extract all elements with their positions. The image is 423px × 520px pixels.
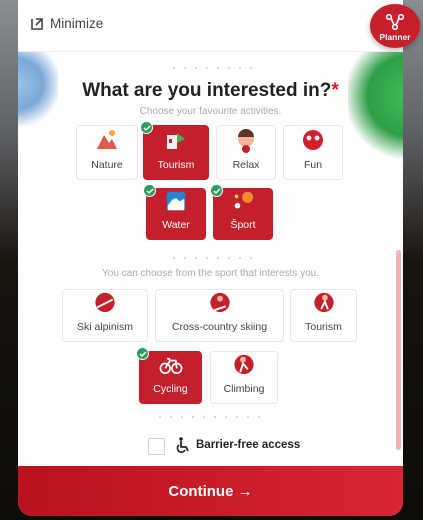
tourism-icon — [167, 133, 185, 149]
sport-icon — [234, 191, 254, 209]
sport-ski-alpinism[interactable]: Ski alpinism — [62, 289, 148, 342]
minimize-icon — [31, 17, 43, 30]
activity-label: Water — [162, 219, 190, 231]
planner-route-icon — [385, 14, 405, 30]
activity-nature[interactable]: Nature — [76, 125, 138, 180]
sport-cross-country-skiing[interactable]: Cross-country skiing — [155, 289, 284, 342]
minimize-button[interactable]: Minimize — [30, 16, 103, 31]
activity-tourism[interactable]: Tourism — [140, 121, 209, 180]
relax-icon — [238, 129, 254, 153]
barrier-free-checkbox[interactable] — [148, 438, 165, 455]
barrier-free-access: Barrier-free access — [176, 437, 300, 453]
check-icon — [210, 184, 223, 197]
required-mark: * — [331, 80, 339, 101]
check-icon — [143, 184, 156, 197]
sport-cycling[interactable]: Cycling — [136, 347, 202, 404]
nature-icon — [97, 130, 117, 149]
activity-label: Tourism — [157, 159, 195, 171]
sport-label: Climbing — [223, 383, 265, 395]
cycling-icon — [159, 357, 182, 375]
climbing-icon — [234, 354, 254, 375]
planner-label: Planner — [379, 32, 411, 42]
sport-label: Ski alpinism — [76, 321, 134, 333]
water-icon — [166, 191, 186, 211]
activity-sport[interactable]: Šport — [210, 184, 273, 240]
continue-button[interactable]: Continue → — [18, 466, 403, 516]
sport-climbing[interactable]: Climbing — [210, 351, 278, 404]
activity-label: Šport — [230, 219, 256, 231]
activity-panel: Minimize What are you interested in?* Ch… — [18, 0, 403, 516]
activity-water[interactable]: Water — [143, 184, 206, 240]
activity-label: Fun — [303, 159, 323, 171]
planner-button[interactable]: Planner — [370, 4, 420, 48]
sport-label: Cross-country skiing — [171, 321, 268, 333]
activity-label: Relax — [232, 159, 260, 171]
top-bar: Minimize — [18, 0, 403, 52]
check-icon — [136, 347, 149, 360]
divider-dots — [173, 67, 252, 71]
ski-alpinism-icon — [95, 292, 115, 313]
check-icon — [140, 121, 153, 134]
sport-label: Cycling — [153, 383, 188, 395]
page-subtitle: Choose your favourite activities. — [139, 106, 282, 117]
sport-tourism[interactable]: Tourism — [290, 289, 357, 342]
minimize-label: Minimize — [50, 16, 104, 31]
sport-hint: You can choose from the sport that inter… — [102, 268, 319, 279]
page-title: What are you interested in?* — [82, 80, 339, 101]
barrier-free-label: Barrier-free access — [196, 439, 301, 451]
hiking-icon — [313, 292, 334, 313]
activity-label: Nature — [91, 159, 123, 171]
divider-dots — [159, 416, 260, 420]
divider-dots — [173, 257, 252, 261]
sport-label: Tourism — [305, 321, 342, 333]
wheelchair-icon — [176, 437, 189, 453]
cross-country-skiing-icon — [209, 292, 230, 313]
activity-fun[interactable]: Fun — [283, 125, 343, 180]
fun-icon — [303, 130, 323, 150]
scrollbar[interactable] — [396, 250, 401, 450]
activity-relax[interactable]: Relax — [216, 125, 276, 180]
